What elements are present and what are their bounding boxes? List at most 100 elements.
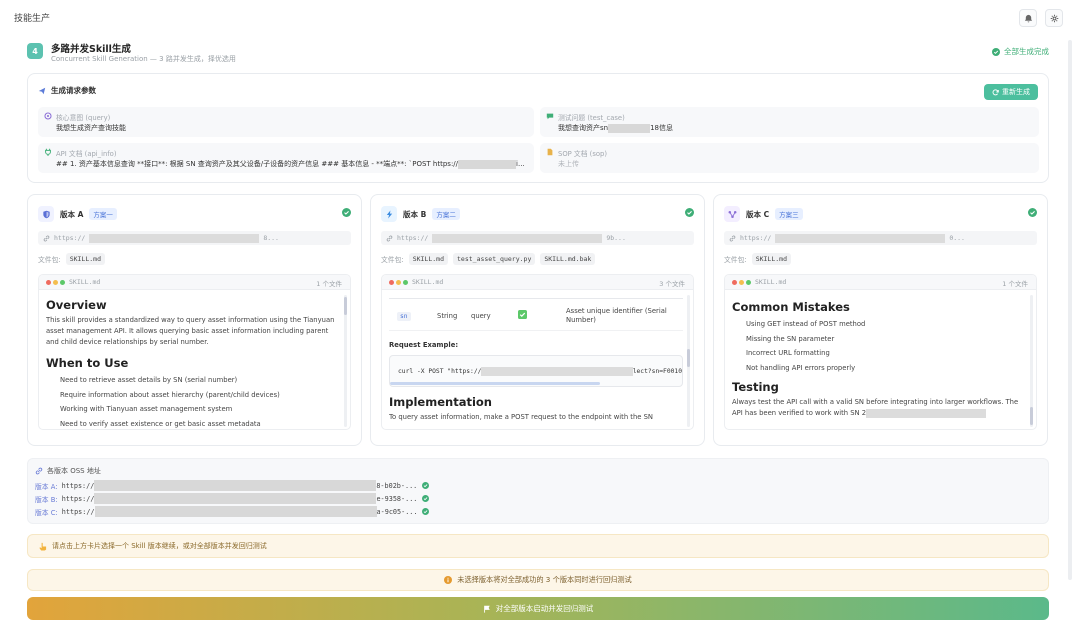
check-circle-icon — [1028, 208, 1037, 217]
launch-regression-button[interactable]: 对全部版本启动并发回归测试 — [27, 597, 1049, 620]
oss-url-prefix: https:// — [61, 481, 95, 490]
param-api-info-label: API 文档 (api_info) — [56, 150, 117, 158]
table-row: sn String query Asset unique identifier … — [389, 301, 683, 331]
redacted-block — [94, 493, 377, 504]
oss-url-prefix: https:// — [61, 494, 95, 503]
oss-label: 版本 B: — [35, 495, 58, 504]
file-chip[interactable]: test_asset_query.py — [453, 253, 536, 265]
version-b-preview[interactable]: SKILL.md 3 个文件 sn String query Asset uni… — [381, 274, 694, 430]
network-icon — [724, 206, 740, 222]
files-label: 文件包: — [381, 256, 404, 264]
check-circle-icon — [685, 208, 694, 217]
preview-content: Overview This skill provides a standardi… — [46, 295, 340, 429]
version-card-c[interactable]: 版本 C 方案三 https:// 0... 文件包: SKILL.md SKIL… — [713, 194, 1048, 446]
redacted-block — [94, 506, 377, 517]
redacted-block — [775, 233, 946, 243]
preview-file-name: SKILL.md — [69, 278, 101, 286]
param-name-cell: sn — [389, 311, 437, 321]
preview-content: Common Mistakes Using GET instead of POS… — [732, 295, 1026, 429]
redacted-block — [432, 233, 603, 243]
version-card-a[interactable]: 版本 A 方案一 https:// 8... 文件包: SKILL.md SKIL… — [27, 194, 362, 446]
version-a-preview[interactable]: SKILL.md 1 个文件 Overview This skill provi… — [38, 274, 351, 430]
param-type: String — [437, 311, 458, 320]
step-header: 4 多路并发Skill生成 Concurrent Skill Generatio… — [27, 40, 1049, 66]
md-list-item: Working with Tianyuan asset management s… — [60, 405, 233, 413]
oss-url-suffix: a-9c05-... — [376, 507, 418, 516]
md-list-item: Missing the SN parameter — [746, 334, 835, 343]
step-status: 全部生成完成 — [992, 46, 1049, 57]
scroll-thumb[interactable] — [1030, 407, 1033, 425]
api-info-prefix: ## 1. 资产基本信息查询 **接口**: 根据 SN 查询资产及其父设备/子… — [56, 160, 459, 168]
version-card-b[interactable]: 版本 B 方案二 https:// 9b... 文件包: SKILL.md tes… — [370, 194, 705, 446]
md-list-item: Need to retrieve asset details by SN (se… — [60, 376, 238, 384]
version-c-url-prefix: https:// — [740, 234, 772, 242]
redacted-block — [89, 233, 260, 243]
flag-icon — [483, 605, 490, 613]
bell-icon — [1024, 14, 1032, 22]
send-icon — [38, 87, 46, 94]
regenerate-button[interactable]: 重新生成 — [984, 84, 1038, 100]
document-icon — [546, 148, 554, 156]
check-circle-icon — [992, 47, 1000, 56]
request-example-label: Request Example: — [389, 341, 459, 349]
regenerate-label: 重新生成 — [1002, 88, 1030, 96]
preview-file-count: 3 个文件 — [659, 280, 685, 288]
version-c-preview[interactable]: SKILL.md 1 个文件 Common Mistakes Using GET… — [724, 274, 1037, 430]
oss-row-a[interactable]: 版本 A: https:// 8-b02b-... — [35, 480, 430, 491]
preview-scrollbar[interactable] — [687, 295, 690, 427]
preview-titlebar: SKILL.md 1 个文件 — [39, 275, 350, 290]
version-b-header: 版本 B 方案二 — [381, 206, 460, 222]
link-icon — [729, 235, 736, 241]
version-a-name: 版本 A — [60, 209, 84, 219]
scroll-thumb[interactable] — [687, 349, 690, 367]
oss-url-suffix: e-9358-... — [376, 494, 418, 503]
preview-scrollbar[interactable] — [1030, 295, 1033, 427]
shield-icon — [38, 206, 54, 222]
param-sop: SOP 文档 (sop) 未上传 — [540, 143, 1039, 173]
check-circle-icon — [422, 508, 430, 515]
version-c-files: 文件包: SKILL.md — [724, 253, 791, 265]
oss-row-c[interactable]: 版本 C: https:// a-9c05-... — [35, 506, 430, 517]
preview-scrollbar[interactable] — [344, 295, 347, 427]
code-hscrollbar[interactable] — [390, 382, 600, 385]
version-b-files: 文件包: SKILL.md test_asset_query.py SKILL.… — [381, 253, 596, 265]
file-chip[interactable]: SKILL.md — [408, 253, 448, 265]
test-case-prefix: 我想查询资产sn — [558, 124, 609, 132]
notice-text: 未选择版本将对全部成功的 3 个版本同时进行回归测试 — [457, 575, 632, 584]
redacted-block — [866, 408, 987, 418]
settings-button[interactable] — [1045, 9, 1063, 27]
version-c-tag: 方案三 — [775, 208, 803, 220]
step-title: 多路并发Skill生成 — [51, 44, 131, 55]
version-b-url-suffix: 9b... — [606, 234, 626, 242]
file-chip[interactable]: SKILL.md.bak — [540, 253, 596, 265]
link-icon — [35, 467, 43, 475]
version-a-tag: 方案一 — [89, 208, 117, 220]
version-a-url[interactable]: https:// 8... — [38, 231, 351, 245]
version-b-url[interactable]: https:// 9b... — [381, 231, 694, 245]
md-heading: When to Use — [46, 356, 129, 370]
page-scrollbar[interactable] — [1068, 40, 1072, 580]
md-list-item: Not handling API errors properly — [746, 363, 856, 372]
files-label: 文件包: — [724, 256, 747, 264]
regression-notice: 未选择版本将对全部成功的 3 个版本同时进行回归测试 — [27, 569, 1049, 591]
oss-addresses-panel: 各版本 OSS 地址 版本 A: https:// 8-b02b-... 版本 … — [27, 458, 1049, 524]
file-chip[interactable]: SKILL.md — [751, 253, 791, 265]
version-c-url[interactable]: https:// 0... — [724, 231, 1037, 245]
param-sop-value: 未上传 — [558, 160, 579, 168]
oss-row-b[interactable]: 版本 B: https:// e-9358-... — [35, 493, 430, 504]
scroll-thumb[interactable] — [344, 297, 347, 315]
step-number: 4 — [27, 43, 43, 59]
version-c-url-suffix: 0... — [949, 234, 965, 242]
md-paragraph: This skill provides a standardized way t… — [46, 316, 335, 346]
api-info-suffix: i... — [516, 160, 525, 168]
redacted-block — [94, 480, 377, 491]
notification-button[interactable] — [1019, 9, 1037, 27]
param-test-case-value: 我想查询资产sn 18信息 — [558, 123, 673, 133]
code-prefix: curl -X POST "https:// — [398, 367, 482, 375]
version-b-name: 版本 B — [403, 209, 427, 219]
file-chip[interactable]: SKILL.md — [65, 253, 105, 265]
md-heading: Implementation — [389, 395, 492, 409]
preview-file-name: SKILL.md — [755, 278, 787, 286]
gear-icon — [1050, 14, 1058, 22]
param-query-label: 核心意图 (query) — [56, 114, 111, 122]
